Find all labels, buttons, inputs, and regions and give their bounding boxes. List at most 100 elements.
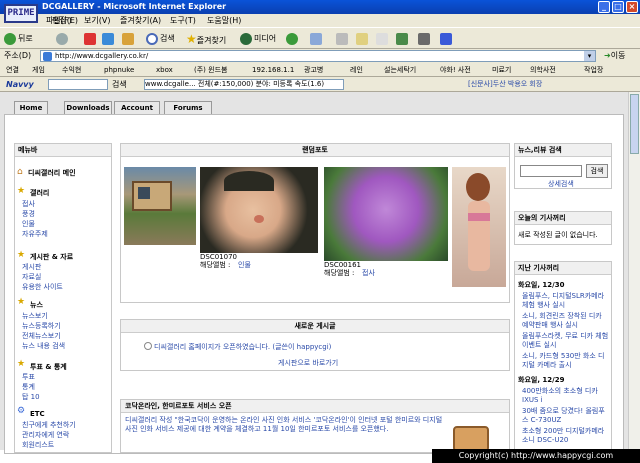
stop-button[interactable] (84, 31, 98, 47)
news-item[interactable]: 올림푸스, 디지털SLR카메라 체험 행사 실시 (522, 292, 610, 310)
link-item[interactable]: 게임 (32, 63, 45, 77)
menu-help[interactable]: 도움말(H) (207, 14, 241, 27)
menu-sub-item[interactable]: 친구에게 추천하기 (22, 420, 76, 430)
news-item[interactable]: 30배 줌으로 당겼다! 올림푸스 C-730UZ (522, 407, 610, 425)
category-etc[interactable]: ETC (30, 410, 45, 418)
print-button[interactable] (336, 31, 350, 47)
link-item[interactable]: phpnuke (104, 63, 134, 77)
menu-sub-item[interactable]: 게시판 (22, 262, 41, 272)
news-article-box: 코닥온라인, 한미르포토 서비스 오픈 디씨갤러리 작성 "한국코닥이 운영하는… (120, 399, 510, 453)
menu-sub-item[interactable]: 자료실 (22, 272, 41, 282)
maximize-button[interactable]: □ (612, 1, 624, 13)
menu-sub-item[interactable]: 인물 (22, 219, 35, 229)
link-item[interactable]: 미료기 (492, 63, 511, 77)
menu-sub-item[interactable]: 뉴스등록하기 (22, 321, 61, 331)
photo-album-link[interactable]: 접사 (362, 269, 375, 278)
photo-model[interactable] (452, 167, 506, 287)
favorites-button[interactable]: ★즐겨찾기 (186, 31, 226, 47)
navvy-search-input[interactable] (48, 79, 108, 90)
menu-sub-item[interactable]: 자유주제 (22, 229, 48, 239)
link-item[interactable]: 수익현 (62, 63, 81, 77)
detail-search-link[interactable]: 상세검색 (548, 179, 574, 189)
minimize-button[interactable]: _ (598, 1, 610, 13)
link-item[interactable]: 의학사전 (530, 63, 556, 77)
menu-edit[interactable]: 편집(E) (52, 14, 78, 27)
tab-home[interactable]: Home (14, 101, 48, 115)
category-gallery[interactable]: 갤러리 (30, 188, 49, 198)
edit-button[interactable] (356, 31, 370, 47)
link-item[interactable]: 야화! 사전 (440, 63, 471, 77)
news-star-icon: ★ (17, 297, 26, 307)
news-item[interactable]: 소니, 카드형 530만 화소 디지털 카메라 출시 (522, 352, 610, 370)
category-poll[interactable]: 투표 & 통계 (30, 362, 67, 372)
news-item[interactable]: 초소형 200만 디지털카메라 소니 DSC-U20 (522, 427, 610, 445)
address-dropdown-icon[interactable]: ▾ (584, 51, 595, 61)
menu-sub-item[interactable]: 뉴스 내용 검색 (22, 341, 65, 351)
menu-sub-item[interactable]: 접사 (22, 199, 35, 209)
news-title[interactable]: 코닥온라인, 한미르포토 서비스 오픈 (121, 400, 509, 413)
menu-favorites[interactable]: 즐겨찾기(A) (120, 14, 161, 27)
prime-badge[interactable]: PRIME (4, 4, 38, 23)
board-link[interactable]: 게시판으로 바로가기 (278, 358, 338, 368)
menu-view[interactable]: 보기(V) (84, 14, 110, 27)
forward-button[interactable] (56, 31, 70, 47)
menu-sub-item[interactable]: 뉴스보기 (22, 311, 48, 321)
link-item[interactable]: 192.168.1.1 (252, 63, 294, 77)
photo-flower[interactable] (324, 167, 448, 261)
photo-child[interactable] (200, 167, 318, 253)
address-input[interactable]: http://www.dcgallery.co.kr/ ▾ (40, 50, 596, 62)
close-button[interactable]: × (626, 1, 638, 13)
menu-sub-item[interactable]: 탑 10 (22, 392, 40, 402)
home-link[interactable]: 디씨갤러리 메인 (28, 168, 76, 178)
menu-sub-item[interactable]: 통계 (22, 382, 35, 392)
mail-button[interactable] (310, 31, 324, 47)
link-item[interactable]: 광고병 (304, 63, 323, 77)
news-item[interactable]: 올림푸스라켓, 무료 디카 체험 이벤트 실시 (522, 332, 610, 350)
tab-forums[interactable]: Forums (164, 101, 212, 115)
menu-sub-item[interactable]: 관리자에게 연락 (22, 430, 69, 440)
translate-button[interactable] (440, 31, 454, 47)
toolbar: 뒤로 검색 ★즐겨찾기 미디어 (0, 27, 640, 49)
media-button[interactable]: 미디어 (240, 31, 276, 47)
navvy-news[interactable]: [신문사]두산 박용오 회장 (468, 77, 542, 92)
mail-icon (310, 32, 322, 45)
back-button[interactable]: 뒤로 (4, 31, 33, 47)
discuss-button[interactable] (376, 31, 390, 47)
go-button[interactable]: ➜이동 (604, 49, 625, 63)
tab-account[interactable]: Account (114, 101, 160, 115)
scrollbar-thumb[interactable] (630, 94, 639, 154)
category-news[interactable]: 뉴스 (30, 300, 43, 310)
link-item[interactable]: 작업장 (584, 63, 603, 77)
menu-sub-item[interactable]: 풍경 (22, 209, 35, 219)
refresh-button[interactable] (102, 31, 116, 47)
photo-house[interactable] (124, 167, 196, 245)
news-search-button[interactable]: 검색 (586, 164, 608, 178)
menu-tools[interactable]: 도구(T) (170, 14, 196, 27)
menu-sub-item[interactable]: 유용한 사이트 (22, 282, 63, 292)
news-search-title: 뉴스,리뷰 검색 (515, 144, 611, 157)
photo-album-link[interactable]: 인물 (238, 261, 251, 270)
tab-downloads[interactable]: Downloads (64, 101, 112, 115)
news-item[interactable]: 400만화소의 초소형 디카 IXUS i (522, 387, 610, 405)
news-item[interactable]: 소니, 회견린즈 장착된 디카 예약판매 행사 실시 (522, 312, 610, 330)
page-icon (43, 52, 52, 61)
navvy-search-button[interactable]: 검색 (112, 77, 127, 92)
link-item[interactable]: xbox (156, 63, 173, 77)
menu-sub-item[interactable]: 전체뉴스보기 (22, 331, 61, 341)
favorites-star-icon: ★ (186, 32, 197, 46)
search-button[interactable]: 검색 (146, 31, 175, 47)
news-search-input[interactable] (520, 165, 582, 177)
vertical-scrollbar[interactable] (628, 92, 640, 450)
home-button[interactable] (122, 31, 136, 47)
post-link[interactable]: 디씨갤러리 홈페이지가 오픈하였습니다. (글쓴이 happycgi) (154, 342, 331, 352)
menu-sub-item[interactable]: 투표 (22, 372, 35, 382)
link-item[interactable]: (주) 윈드봄 (194, 63, 227, 77)
research-button[interactable] (418, 31, 432, 47)
messenger-button[interactable] (396, 31, 410, 47)
links-label: 연결 (6, 66, 19, 74)
menu-sub-item[interactable]: 회원리스트 (22, 440, 54, 450)
link-item[interactable]: 레인 (350, 63, 363, 77)
history-button[interactable] (286, 31, 300, 47)
link-item[interactable]: 설는세탁기 (384, 63, 416, 77)
category-board[interactable]: 게시판 & 자료 (30, 252, 73, 262)
